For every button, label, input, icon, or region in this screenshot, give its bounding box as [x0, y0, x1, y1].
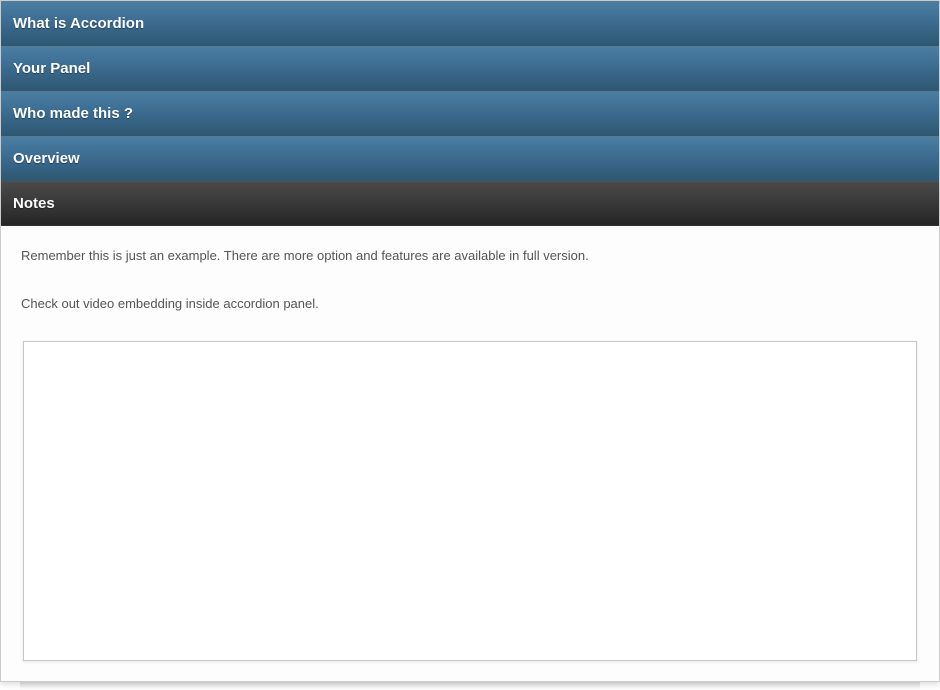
- accordion-header-your-panel[interactable]: Your Panel: [1, 46, 939, 91]
- notes-text-line-1: Remember this is just an example. There …: [21, 246, 919, 266]
- accordion-header-who-made-this[interactable]: Who made this ?: [1, 91, 939, 136]
- accordion-header-overview[interactable]: Overview: [1, 136, 939, 181]
- accordion: What is Accordion Your Panel Who made th…: [0, 0, 940, 682]
- accordion-header-what-is-accordion[interactable]: What is Accordion: [1, 1, 939, 46]
- accordion-header-label: Notes: [13, 195, 55, 212]
- video-embed-placeholder[interactable]: [23, 341, 917, 661]
- accordion-header-notes[interactable]: Notes: [1, 181, 939, 226]
- accordion-header-label: Your Panel: [13, 60, 90, 77]
- accordion-header-label: What is Accordion: [13, 15, 144, 32]
- accordion-header-label: Overview: [13, 150, 80, 167]
- accordion-panel-notes: Remember this is just an example. There …: [1, 226, 939, 681]
- bottom-shadow: [20, 682, 920, 690]
- accordion-header-label: Who made this ?: [13, 105, 133, 122]
- notes-text-line-2: Check out video embedding inside accordi…: [21, 294, 919, 314]
